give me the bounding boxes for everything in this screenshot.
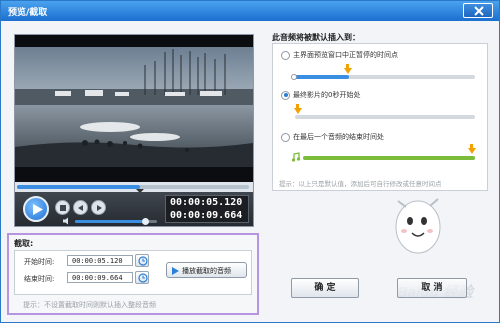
play-icon bbox=[33, 204, 43, 215]
video-player: 00:00:05.120 00:00:09.664 bbox=[14, 34, 254, 227]
video-preview[interactable] bbox=[15, 35, 253, 182]
insert-position-panel: 主界面预览窗口中正暂停的时间点 最终影片的0秒开始处 在最后一个音频的结束时间处… bbox=[272, 43, 488, 191]
play-cropped-audio-label: 播放截取的音频 bbox=[182, 267, 231, 275]
audio-track bbox=[303, 156, 475, 160]
option-paused-time[interactable]: 主界面预览窗口中正暂停的时间点 bbox=[281, 50, 398, 60]
stop-button[interactable] bbox=[55, 200, 70, 215]
radio-end-of-last-audio[interactable] bbox=[281, 132, 290, 142]
ok-button[interactable]: 确 定 bbox=[291, 278, 359, 298]
video-frame-image bbox=[15, 47, 253, 167]
stop-icon bbox=[60, 205, 66, 211]
option-paused-time-label: 主界面预览窗口中正暂停的时间点 bbox=[293, 51, 398, 59]
crop-title: 截取: bbox=[14, 239, 34, 248]
option-start-of-movie[interactable]: 最终影片的0秒开始处 bbox=[281, 90, 360, 100]
previous-icon bbox=[78, 205, 83, 211]
crop-tip: 提示：不设置截取时间则默认插入整段音频 bbox=[23, 301, 156, 309]
paused-time-marker-arrow bbox=[344, 68, 352, 74]
volume-fill bbox=[75, 220, 145, 223]
play-button[interactable] bbox=[23, 196, 49, 222]
end-time-label: 结束时间: bbox=[24, 275, 55, 283]
player-controls: 00:00:05.120 00:00:09.664 bbox=[15, 192, 253, 226]
start-time-input[interactable]: 00:00:05.120 bbox=[67, 255, 133, 266]
crop-fields: 开始时间: 00:00:05.120 结束时间: 00:00:09.664 播放… bbox=[14, 250, 252, 295]
music-note-icon bbox=[291, 152, 301, 162]
start-of-movie-track bbox=[295, 115, 475, 119]
paused-time-track bbox=[295, 75, 475, 79]
playhead-knob bbox=[291, 74, 297, 80]
end-time-input[interactable]: 00:00:09.664 bbox=[67, 272, 133, 283]
cancel-button[interactable]: 取 消 bbox=[397, 278, 467, 298]
radio-paused-time[interactable] bbox=[281, 50, 290, 60]
paused-time-track-fill bbox=[295, 75, 349, 79]
radio-start-of-movie[interactable] bbox=[281, 90, 290, 100]
current-time: 00:00:05.120 bbox=[170, 197, 243, 208]
volume-slider[interactable] bbox=[75, 218, 157, 225]
seek-progress-fill bbox=[17, 185, 140, 189]
play-cropped-audio-button[interactable]: 播放截取的音频 bbox=[166, 262, 247, 278]
seek-bar[interactable] bbox=[15, 182, 253, 193]
start-time-label: 开始时间: bbox=[24, 258, 55, 266]
next-frame-button[interactable] bbox=[91, 200, 106, 215]
play-icon bbox=[172, 267, 179, 275]
start-marker-arrow bbox=[294, 108, 302, 114]
mascot-illustration bbox=[395, 198, 441, 254]
dialog-window: 预览/截取 00:00:05.120 00:00:09.664 截取: 开始时间… bbox=[0, 0, 500, 323]
seek-track[interactable] bbox=[17, 185, 249, 189]
volume-icon[interactable] bbox=[63, 217, 72, 225]
clock-set-icon bbox=[138, 273, 148, 283]
set-start-time-button[interactable] bbox=[135, 254, 149, 267]
volume-knob[interactable] bbox=[141, 218, 149, 225]
close-icon bbox=[474, 6, 484, 16]
window-title: 预览/截取 bbox=[8, 8, 48, 18]
option-start-of-movie-label: 最终影片的0秒开始处 bbox=[293, 91, 361, 99]
insert-position-title: 此音频将被默认插入到： bbox=[272, 33, 360, 42]
crop-section: 截取: 开始时间: 00:00:05.120 结束时间: 00:00:09.66… bbox=[7, 233, 259, 315]
close-button[interactable] bbox=[463, 3, 493, 18]
time-display: 00:00:05.120 00:00:09.664 bbox=[165, 195, 249, 223]
total-time: 00:00:09.664 bbox=[170, 210, 243, 221]
set-end-time-button[interactable] bbox=[135, 271, 149, 284]
audio-track-fill bbox=[303, 156, 475, 160]
end-marker-arrow bbox=[468, 148, 476, 154]
next-icon bbox=[97, 205, 102, 211]
option-end-of-last-audio-label: 在最后一个音频的结束时间处 bbox=[293, 133, 384, 141]
previous-frame-button[interactable] bbox=[73, 200, 88, 215]
clock-set-icon bbox=[138, 256, 148, 266]
option-end-of-last-audio[interactable]: 在最后一个音频的结束时间处 bbox=[281, 132, 384, 142]
title-bar: 预览/截取 bbox=[1, 1, 499, 21]
